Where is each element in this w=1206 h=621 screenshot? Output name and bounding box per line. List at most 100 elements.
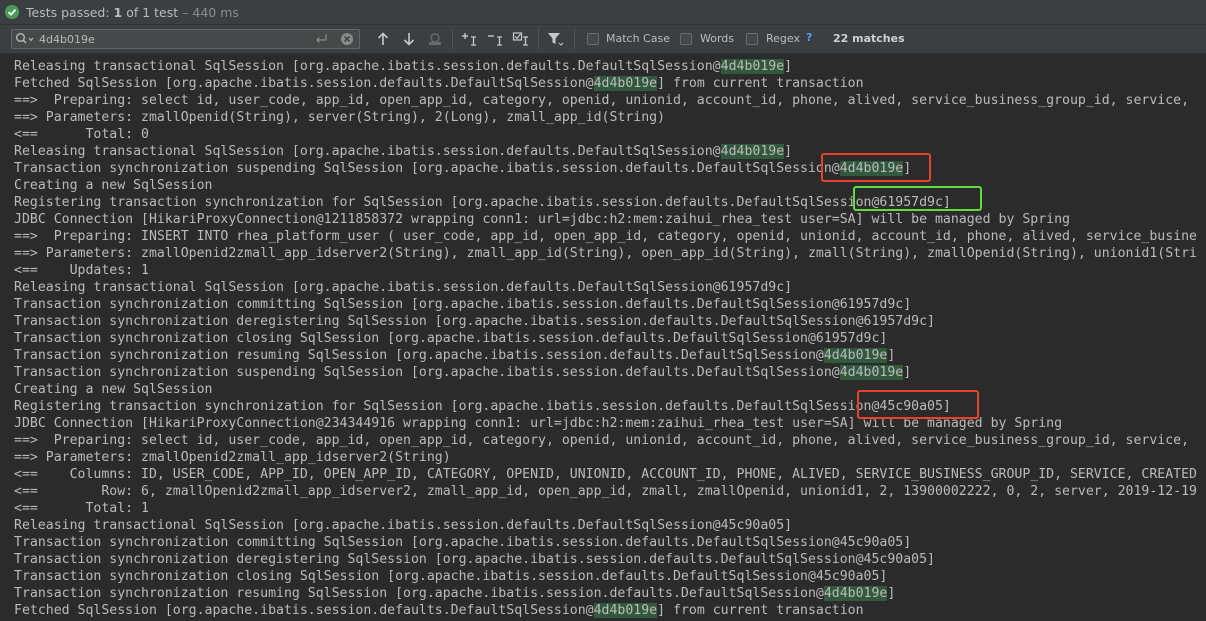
- log-text: <== Total: 1: [14, 501, 149, 516]
- status-label: Tests passed:: [26, 4, 114, 20]
- log-text: <== Row: 6, zmallOpenid2zmall_app_idserv…: [14, 484, 1197, 499]
- log-line: ==> Parameters: zmallOpenid2zmall_app_id…: [14, 449, 1197, 466]
- find-occurrences-icon[interactable]: [426, 30, 444, 48]
- log-text: Transaction synchronization deregisterin…: [14, 552, 935, 567]
- log-line: Transaction synchronization resuming Sql…: [14, 585, 1197, 602]
- log-line: Transaction synchronization closing SqlS…: [14, 568, 1197, 585]
- arrow-up-icon[interactable]: [374, 30, 392, 48]
- test-status-bar: Tests passed: 1 of 1 test – 440 ms: [0, 0, 1206, 25]
- search-match-highlight: 4d4b019e: [720, 59, 785, 74]
- log-line: JDBC Connection [HikariProxyConnection@2…: [14, 415, 1197, 432]
- log-lines: Releasing transactional SqlSession [org.…: [14, 58, 1197, 619]
- log-text: <== Updates: 1: [14, 263, 149, 278]
- log-text: ==> Parameters: zmallOpenid(String), ser…: [14, 110, 666, 125]
- log-text: Releasing transactional SqlSession [org.…: [14, 59, 721, 74]
- log-text: Transaction synchronization closing SqlS…: [14, 569, 888, 584]
- log-text: ]: [903, 365, 912, 380]
- words-label[interactable]: Words: [700, 32, 734, 45]
- log-line: <== Row: 6, zmallOpenid2zmall_app_idserv…: [14, 483, 1197, 500]
- log-text: Transaction synchronization suspending S…: [14, 365, 840, 380]
- log-line: Creating a new SqlSession: [14, 381, 1197, 398]
- red-annotation-box: [821, 153, 931, 182]
- search-match-highlight: 4d4b019e: [593, 76, 658, 91]
- search-match-highlight: 4d4b019e: [839, 365, 904, 380]
- search-input[interactable]: [35, 30, 309, 48]
- log-line: <== Total: 1: [14, 500, 1197, 517]
- log-line: JDBC Connection [HikariProxyConnection@1…: [14, 211, 1197, 228]
- log-line: Fetched SqlSession [org.apache.ibatis.se…: [14, 602, 1197, 619]
- arrow-down-icon[interactable]: [400, 30, 418, 48]
- regex-checkbox[interactable]: [746, 33, 758, 45]
- log-text: ]: [784, 144, 793, 159]
- log-text: Registering transaction synchronization …: [14, 399, 951, 414]
- log-line: Transaction synchronization closing SqlS…: [14, 330, 1197, 347]
- search-icon[interactable]: [15, 32, 35, 46]
- regex-help-icon[interactable]: ?: [806, 31, 812, 44]
- log-line: Releasing transactional SqlSession [org.…: [14, 279, 1197, 296]
- remove-occurrence-icon[interactable]: [486, 30, 504, 48]
- status-time: – 440 ms: [178, 4, 239, 20]
- log-text: Creating a new SqlSession: [14, 178, 213, 193]
- log-line: Transaction synchronization deregisterin…: [14, 551, 1197, 568]
- match-count: 22 matches: [833, 32, 905, 45]
- log-line: Registering transaction synchronization …: [14, 194, 1197, 211]
- newline-icon[interactable]: [314, 33, 328, 45]
- match-case-label[interactable]: Match Case: [606, 32, 670, 45]
- regex-label[interactable]: Regex: [766, 32, 800, 45]
- log-line: Transaction synchronization deregisterin…: [14, 313, 1197, 330]
- log-line: Transaction synchronization committing S…: [14, 534, 1197, 551]
- log-text: <== Columns: ID, USER_CODE, APP_ID, OPEN…: [14, 467, 1197, 482]
- find-toolbar: Match Case Words Regex ? 22 matches: [0, 25, 1206, 54]
- log-line: ==> Preparing: select id, user_code, app…: [14, 92, 1197, 109]
- console-output[interactable]: Releasing transactional SqlSession [org.…: [0, 54, 1206, 621]
- log-line: Releasing transactional SqlSession [org.…: [14, 143, 1197, 160]
- log-line: Creating a new SqlSession: [14, 177, 1197, 194]
- green-annotation-box: [853, 186, 982, 211]
- log-text: ==> Preparing: INSERT INTO rhea_platform…: [14, 229, 1197, 244]
- log-text: ==> Preparing: select id, user_code, app…: [14, 433, 1190, 448]
- log-text: Fetched SqlSession [org.apache.ibatis.se…: [14, 76, 594, 91]
- log-line: Releasing transactional SqlSession [org.…: [14, 58, 1197, 75]
- log-text: ] from current transaction: [657, 76, 864, 91]
- log-text: Transaction synchronization closing SqlS…: [14, 331, 888, 346]
- log-line: Fetched SqlSession [org.apache.ibatis.se…: [14, 75, 1197, 92]
- log-line: ==> Preparing: select id, user_code, app…: [14, 432, 1197, 449]
- search-match-highlight: 4d4b019e: [720, 144, 785, 159]
- log-text: Transaction synchronization committing S…: [14, 535, 912, 550]
- log-line: <== Columns: ID, USER_CODE, APP_ID, OPEN…: [14, 466, 1197, 483]
- search-box[interactable]: [11, 29, 360, 49]
- check-circle-icon: [5, 5, 19, 19]
- filter-icon[interactable]: [546, 30, 564, 48]
- log-text: Transaction synchronization committing S…: [14, 297, 912, 312]
- log-text: ==> Parameters: zmallOpenid2zmall_app_id…: [14, 450, 451, 465]
- log-text: Releasing transactional SqlSession [org.…: [14, 144, 721, 159]
- match-case-checkbox[interactable]: [587, 33, 599, 45]
- log-text: ]: [887, 348, 896, 363]
- toolbar-separator: [452, 29, 453, 49]
- log-text: Registering transaction synchronization …: [14, 195, 951, 210]
- search-match-highlight: 4d4b019e: [823, 586, 888, 601]
- log-text: Transaction synchronization resuming Sql…: [14, 586, 824, 601]
- log-text: JDBC Connection [HikariProxyConnection@1…: [14, 212, 1070, 227]
- log-line: Transaction synchronization committing S…: [14, 296, 1197, 313]
- log-text: Fetched SqlSession [org.apache.ibatis.se…: [14, 603, 594, 618]
- log-text: ] from current transaction: [657, 603, 864, 618]
- log-text: Creating a new SqlSession: [14, 382, 213, 397]
- log-line: ==> Parameters: zmallOpenid(String), ser…: [14, 109, 1197, 126]
- add-occurrence-icon[interactable]: [460, 30, 478, 48]
- select-all-occurrences-icon[interactable]: [512, 30, 530, 48]
- search-match-highlight: 4d4b019e: [593, 603, 658, 618]
- clear-icon[interactable]: [340, 32, 354, 46]
- words-checkbox[interactable]: [680, 33, 692, 45]
- log-line: <== Updates: 1: [14, 262, 1197, 279]
- log-text: ]: [887, 586, 896, 601]
- log-text: Transaction synchronization resuming Sql…: [14, 348, 824, 363]
- search-match-highlight: 4d4b019e: [823, 348, 888, 363]
- log-line: Releasing transactional SqlSession [org.…: [14, 517, 1197, 534]
- log-text: ==> Preparing: select id, user_code, app…: [14, 93, 1190, 108]
- log-text: Releasing transactional SqlSession [org.…: [14, 280, 793, 295]
- log-line: Transaction synchronization resuming Sql…: [14, 347, 1197, 364]
- log-text: ]: [784, 59, 793, 74]
- log-line: Transaction synchronization suspending S…: [14, 364, 1197, 381]
- log-text: ==> Parameters: zmallOpenid2zmall_app_id…: [14, 246, 1197, 261]
